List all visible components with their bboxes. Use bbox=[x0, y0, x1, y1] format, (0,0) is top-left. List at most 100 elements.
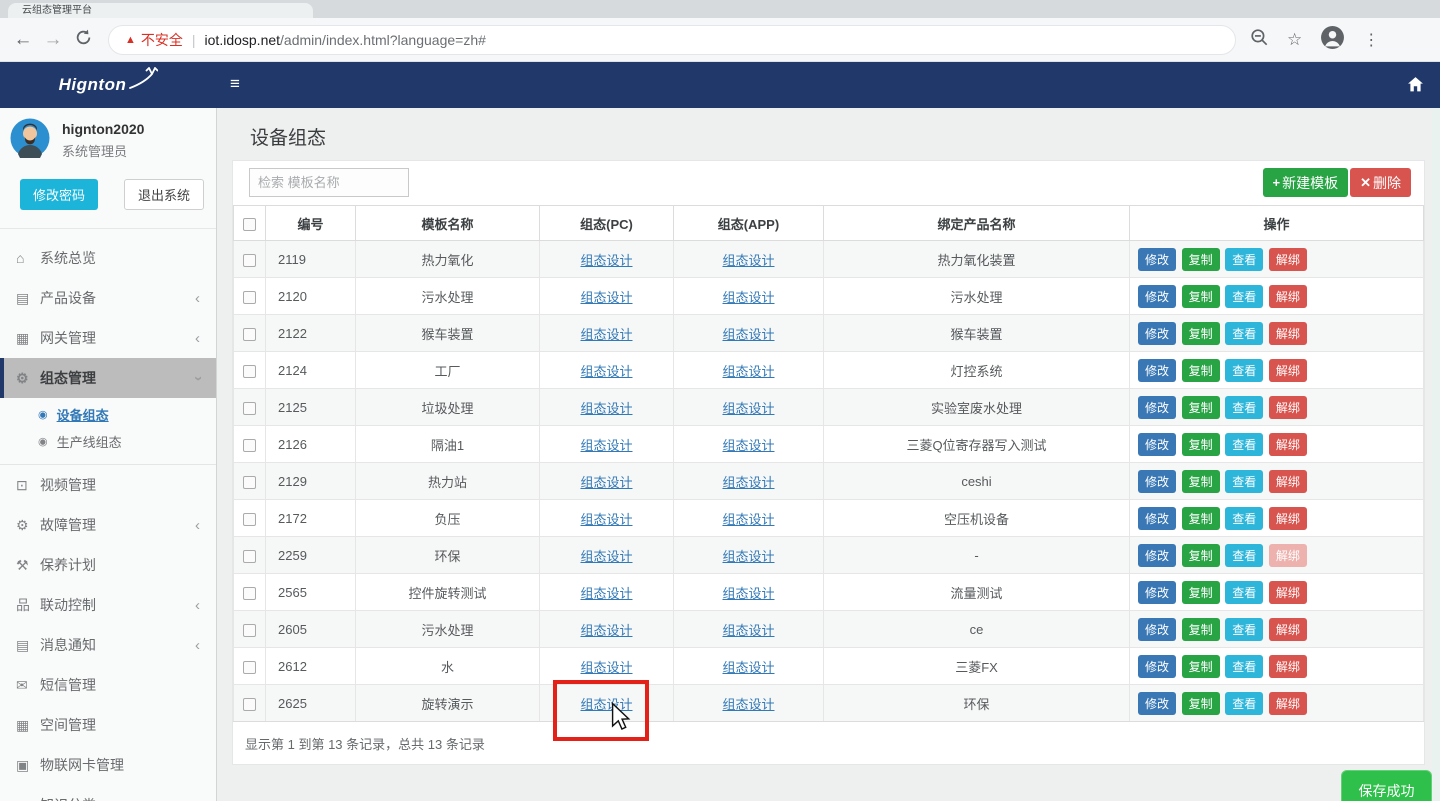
copy-button[interactable]: 复制 bbox=[1182, 692, 1220, 715]
scada-app-design-link[interactable]: 组态设计 bbox=[722, 364, 774, 379]
scada-pc-design-link[interactable]: 组态设计 bbox=[580, 438, 632, 453]
row-checkbox[interactable] bbox=[243, 587, 256, 600]
scada-pc-design-link[interactable]: 组态设计 bbox=[580, 586, 632, 601]
sidebar-item-message-notice[interactable]: ▤ 消息通知 ‹ bbox=[0, 625, 216, 665]
copy-button[interactable]: 复制 bbox=[1182, 285, 1220, 308]
copy-button[interactable]: 复制 bbox=[1182, 322, 1220, 345]
copy-button[interactable]: 复制 bbox=[1182, 470, 1220, 493]
not-secure-label[interactable]: 不安全 bbox=[141, 30, 183, 50]
unbind-button[interactable]: 解绑 bbox=[1269, 396, 1307, 419]
unbind-button[interactable]: 解绑 bbox=[1269, 581, 1307, 604]
row-checkbox[interactable] bbox=[243, 661, 256, 674]
view-button[interactable]: 查看 bbox=[1225, 581, 1263, 604]
new-template-button[interactable]: +新建模板 bbox=[1263, 168, 1349, 197]
row-checkbox[interactable] bbox=[243, 624, 256, 637]
edit-button[interactable]: 修改 bbox=[1138, 433, 1176, 456]
unbind-button[interactable]: 解绑 bbox=[1269, 359, 1307, 382]
row-checkbox[interactable] bbox=[243, 513, 256, 526]
zoom-out-icon[interactable] bbox=[1250, 28, 1269, 52]
copy-button[interactable]: 复制 bbox=[1182, 655, 1220, 678]
scada-app-design-link[interactable]: 组态设计 bbox=[722, 586, 774, 601]
scada-app-design-link[interactable]: 组态设计 bbox=[722, 512, 774, 527]
sidebar-subitem-line-scada[interactable]: ◉ 生产线组态 bbox=[0, 428, 216, 455]
sidebar-subitem-device-scada[interactable]: ◉ 设备组态 bbox=[0, 401, 216, 428]
scada-app-design-link[interactable]: 组态设计 bbox=[722, 660, 774, 675]
view-button[interactable]: 查看 bbox=[1225, 470, 1263, 493]
unbind-button[interactable]: 解绑 bbox=[1269, 433, 1307, 456]
view-button[interactable]: 查看 bbox=[1225, 359, 1263, 382]
change-password-button[interactable]: 修改密码 bbox=[20, 179, 98, 210]
unbind-button[interactable]: 解绑 bbox=[1269, 507, 1307, 530]
row-checkbox[interactable] bbox=[243, 698, 256, 711]
delete-button[interactable]: ✕删除 bbox=[1350, 168, 1411, 197]
scada-pc-design-link[interactable]: 组态设计 bbox=[580, 660, 632, 675]
row-checkbox[interactable] bbox=[243, 476, 256, 489]
view-button[interactable]: 查看 bbox=[1225, 248, 1263, 271]
scada-pc-design-link[interactable]: 组态设计 bbox=[580, 401, 632, 416]
view-button[interactable]: 查看 bbox=[1225, 655, 1263, 678]
row-checkbox[interactable] bbox=[243, 291, 256, 304]
unbind-button[interactable]: 解绑 bbox=[1269, 470, 1307, 493]
unbind-button[interactable]: 解绑 bbox=[1269, 322, 1307, 345]
sidebar-item-linkage-control[interactable]: 品 联动控制 ‹ bbox=[0, 585, 216, 625]
scada-app-design-link[interactable]: 组态设计 bbox=[722, 475, 774, 490]
view-button[interactable]: 查看 bbox=[1225, 692, 1263, 715]
view-button[interactable]: 查看 bbox=[1225, 433, 1263, 456]
edit-button[interactable]: 修改 bbox=[1138, 248, 1176, 271]
scada-app-design-link[interactable]: 组态设计 bbox=[722, 697, 774, 712]
view-button[interactable]: 查看 bbox=[1225, 544, 1263, 567]
search-input[interactable] bbox=[249, 168, 409, 197]
scada-app-design-link[interactable]: 组态设计 bbox=[722, 549, 774, 564]
scada-app-design-link[interactable]: 组态设计 bbox=[722, 327, 774, 342]
scada-pc-design-link[interactable]: 组态设计 bbox=[580, 253, 632, 268]
scada-app-design-link[interactable]: 组态设计 bbox=[722, 253, 774, 268]
view-button[interactable]: 查看 bbox=[1225, 507, 1263, 530]
unbind-button[interactable]: 解绑 bbox=[1269, 285, 1307, 308]
row-checkbox[interactable] bbox=[243, 402, 256, 415]
scada-pc-design-link[interactable]: 组态设计 bbox=[580, 290, 632, 305]
scada-pc-design-link[interactable]: 组态设计 bbox=[580, 549, 632, 564]
copy-button[interactable]: 复制 bbox=[1182, 248, 1220, 271]
browser-tab[interactable]: 云组态管理平台 bbox=[8, 3, 313, 18]
unbind-button[interactable]: 解绑 bbox=[1269, 544, 1307, 567]
copy-button[interactable]: 复制 bbox=[1182, 544, 1220, 567]
scada-pc-design-link[interactable]: 组态设计 bbox=[580, 364, 632, 379]
copy-button[interactable]: 复制 bbox=[1182, 359, 1220, 382]
copy-button[interactable]: 复制 bbox=[1182, 396, 1220, 419]
edit-button[interactable]: 修改 bbox=[1138, 285, 1176, 308]
scada-app-design-link[interactable]: 组态设计 bbox=[722, 438, 774, 453]
copy-button[interactable]: 复制 bbox=[1182, 618, 1220, 641]
row-checkbox[interactable] bbox=[243, 365, 256, 378]
sidebar-item-system-overview[interactable]: ⌂ 系统总览 bbox=[0, 238, 216, 278]
copy-button[interactable]: 复制 bbox=[1182, 507, 1220, 530]
logo[interactable]: Hignton bbox=[0, 62, 217, 108]
sidebar-item-space-mgmt[interactable]: ▦ 空间管理 bbox=[0, 705, 216, 745]
sidebar-item-scada-mgmt[interactable]: ⚙ 组态管理 ‹ bbox=[0, 358, 216, 398]
scada-app-design-link[interactable]: 组态设计 bbox=[722, 623, 774, 638]
sidebar-item-iot-card-mgmt[interactable]: ▣ 物联网卡管理 bbox=[0, 745, 216, 785]
bookmark-star-icon[interactable]: ☆ bbox=[1287, 30, 1302, 50]
edit-button[interactable]: 修改 bbox=[1138, 544, 1176, 567]
edit-button[interactable]: 修改 bbox=[1138, 581, 1176, 604]
sidebar-item-fault-mgmt[interactable]: ⚙ 故障管理 ‹ bbox=[0, 505, 216, 545]
edit-button[interactable]: 修改 bbox=[1138, 692, 1176, 715]
select-all-checkbox[interactable] bbox=[243, 218, 256, 231]
sidebar-item-maintenance-plan[interactable]: ⚒ 保养计划 bbox=[0, 545, 216, 585]
row-checkbox[interactable] bbox=[243, 550, 256, 563]
scada-pc-design-link[interactable]: 组态设计 bbox=[580, 512, 632, 527]
view-button[interactable]: 查看 bbox=[1225, 396, 1263, 419]
browser-menu-icon[interactable]: ⋮ bbox=[1363, 30, 1379, 50]
hamburger-menu-icon[interactable]: ≡ bbox=[230, 74, 240, 94]
edit-button[interactable]: 修改 bbox=[1138, 470, 1176, 493]
scada-app-design-link[interactable]: 组态设计 bbox=[722, 290, 774, 305]
copy-button[interactable]: 复制 bbox=[1182, 433, 1220, 456]
scada-pc-design-link[interactable]: 组态设计 bbox=[580, 475, 632, 490]
edit-button[interactable]: 修改 bbox=[1138, 322, 1176, 345]
edit-button[interactable]: 修改 bbox=[1138, 396, 1176, 419]
home-icon[interactable] bbox=[1407, 76, 1424, 98]
logout-button[interactable]: 退出系统 bbox=[124, 179, 204, 210]
reload-icon[interactable] bbox=[68, 29, 98, 51]
edit-button[interactable]: 修改 bbox=[1138, 359, 1176, 382]
edit-button[interactable]: 修改 bbox=[1138, 618, 1176, 641]
view-button[interactable]: 查看 bbox=[1225, 285, 1263, 308]
